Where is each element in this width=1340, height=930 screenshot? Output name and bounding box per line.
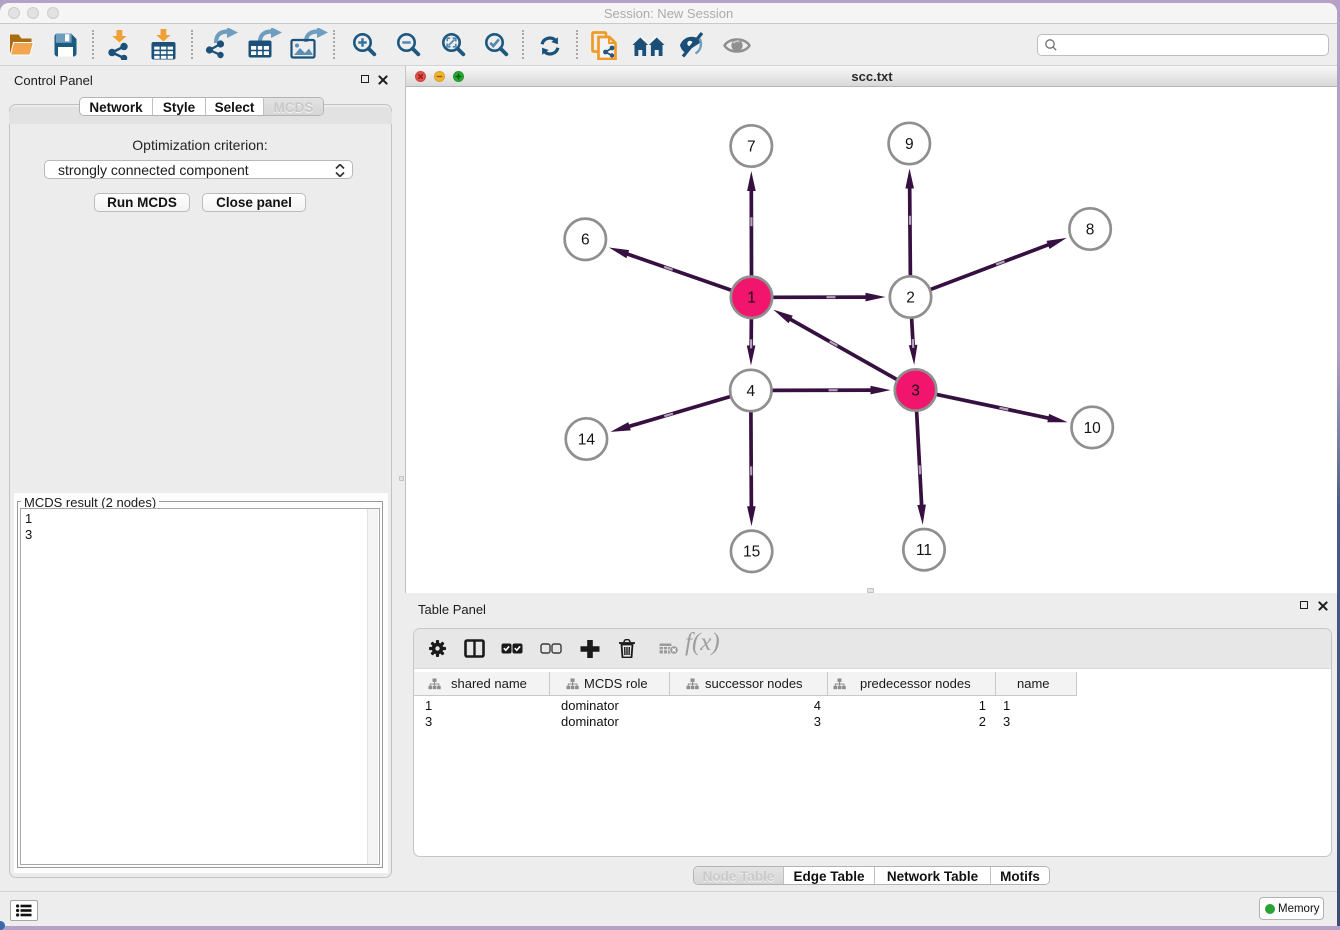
svg-text:11: 11 xyxy=(916,542,932,559)
svg-text:6: 6 xyxy=(581,232,590,249)
svg-text:1: 1 xyxy=(747,290,756,307)
svg-text:3: 3 xyxy=(911,382,920,399)
svg-text:14: 14 xyxy=(578,431,596,448)
svg-text:7: 7 xyxy=(747,138,756,155)
svg-text:10: 10 xyxy=(1084,420,1102,437)
svg-text:9: 9 xyxy=(905,136,914,153)
svg-text:15: 15 xyxy=(743,544,760,561)
svg-text:8: 8 xyxy=(1086,221,1095,238)
svg-text:2: 2 xyxy=(906,289,915,306)
svg-text:4: 4 xyxy=(746,383,755,400)
